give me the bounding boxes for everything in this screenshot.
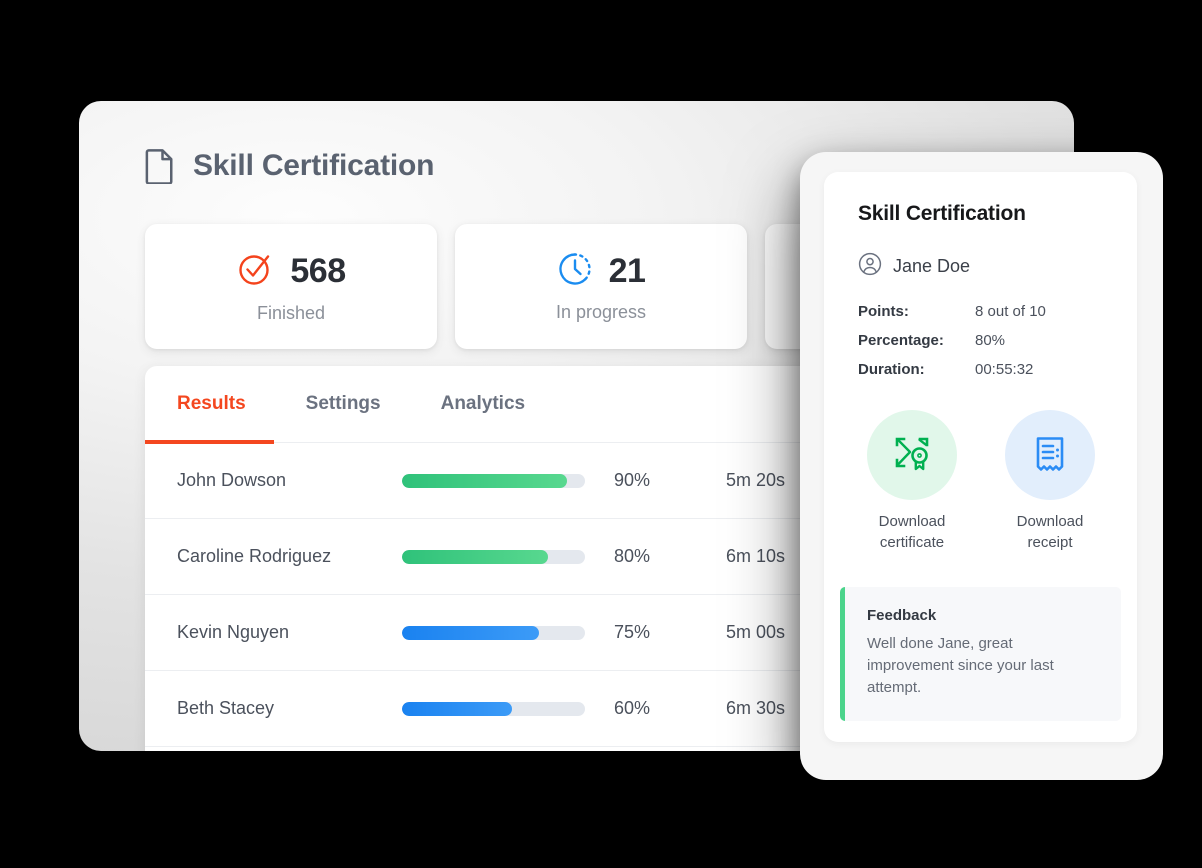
detail-title: Skill Certification (858, 202, 1026, 225)
meta-value: 8 out of 10 (975, 303, 1046, 320)
receipt-icon (1030, 432, 1070, 479)
tab-analytics[interactable]: Analytics (441, 366, 525, 443)
meta-row-percentage: Percentage: 80% (858, 332, 1109, 349)
detail-user-name: Jane Doe (893, 256, 971, 276)
row-percent: 80% (614, 546, 651, 566)
action-buttons: Download certificate Download receipt (858, 410, 1109, 553)
row-progress (402, 473, 614, 488)
meta-value: 00:55:32 (975, 361, 1034, 378)
screenshot-stage: Skill Certification 568 Finished 21 In p… (0, 0, 1202, 868)
meta-row-duration: Duration: 00:55:32 (858, 361, 1109, 378)
stat-label: Finished (256, 302, 326, 323)
stat-top: 568 (236, 250, 346, 293)
download-certificate-button[interactable]: Download certificate (864, 410, 960, 553)
stat-value: 568 (290, 251, 346, 290)
progress-track (402, 473, 585, 488)
tab-settings[interactable]: Settings (306, 366, 381, 443)
detail-user: Jane Doe (858, 252, 1109, 281)
meta-key: Duration: (858, 361, 925, 378)
meta-value: 80% (975, 332, 1006, 349)
page-title: Skill Certification (193, 149, 435, 182)
progress-fill (402, 701, 512, 716)
meta-row-points: Points: 8 out of 10 (858, 303, 1109, 320)
row-time: 5m 20s (726, 470, 786, 490)
feedback-box: Feedback Well done Jane, great improveme… (840, 587, 1121, 721)
stat-top: 21 (557, 251, 646, 292)
row-time: 6m 30s (726, 698, 786, 718)
certificate-icon (891, 432, 933, 479)
check-circle-icon (236, 250, 274, 293)
row-progress (402, 625, 614, 640)
progress-fill (402, 625, 540, 640)
action-label: Download certificate (878, 513, 946, 551)
receipt-icon-circle (1005, 410, 1095, 500)
detail-panel-frame: Skill Certification Jane Doe Points: 8 o… (800, 152, 1163, 780)
row-progress (402, 549, 614, 564)
user-circle-icon (858, 252, 882, 281)
stat-value: 21 (608, 251, 646, 290)
row-name: Kevin Nguyen (177, 622, 290, 642)
progress-track (402, 549, 585, 564)
detail-card: Skill Certification Jane Doe Points: 8 o… (824, 172, 1137, 742)
row-name: Caroline Rodriguez (177, 546, 332, 566)
row-time: 5m 00s (726, 622, 786, 642)
progress-fill (402, 473, 567, 488)
row-percent: 90% (614, 470, 651, 490)
tab-results[interactable]: Results (145, 366, 274, 444)
stat-label: In progress (555, 301, 647, 322)
progress-fill (402, 549, 549, 564)
feedback-title: Feedback (867, 607, 937, 625)
download-receipt-button[interactable]: Download receipt (1002, 410, 1098, 553)
panel-header: Skill Certification (145, 148, 434, 184)
progress-track (402, 701, 585, 716)
certificate-icon-circle (867, 410, 957, 500)
document-icon (145, 148, 175, 184)
row-name: John Dowson (177, 470, 287, 490)
row-name: Beth Stacey (177, 698, 275, 718)
row-time: 6m 10s (726, 546, 786, 566)
clock-icon (557, 251, 593, 292)
stat-card-finished[interactable]: 568 Finished (145, 224, 437, 349)
stat-card-in-progress[interactable]: 21 In progress (455, 224, 747, 349)
row-percent: 75% (614, 622, 651, 642)
detail-meta: Points: 8 out of 10 Percentage: 80% Dura… (858, 303, 1109, 378)
action-label: Download receipt (1016, 513, 1084, 551)
row-progress (402, 701, 614, 716)
feedback-text: Well done Jane, great improvement since … (867, 635, 1054, 696)
row-percent: 60% (614, 698, 651, 718)
progress-track (402, 625, 585, 640)
meta-key: Percentage: (858, 332, 944, 349)
meta-key: Points: (858, 303, 909, 320)
